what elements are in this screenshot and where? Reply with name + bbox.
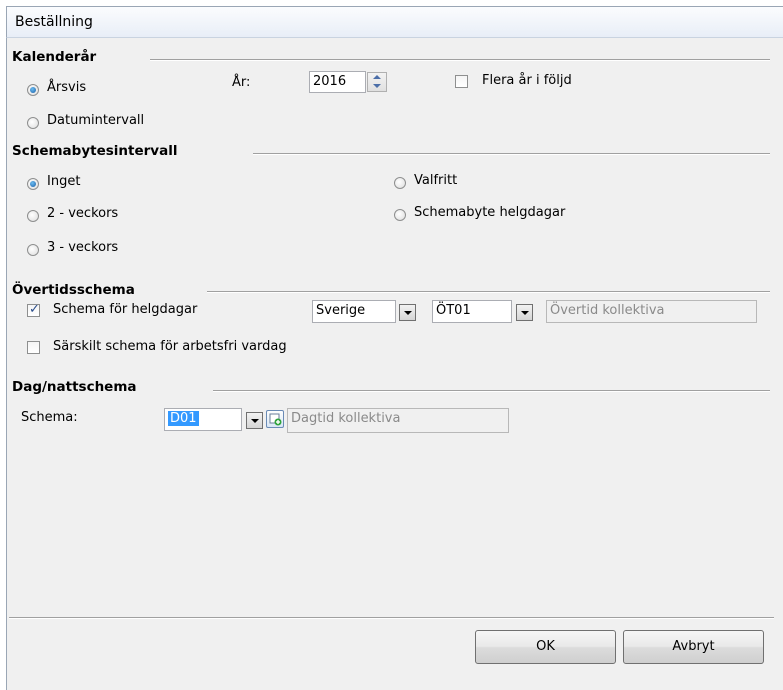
group-divider: [150, 59, 770, 61]
footer-divider: [9, 617, 774, 619]
radio-3-veckors-label: 3 - veckors: [47, 240, 119, 255]
cancel-button-label: Avbryt: [672, 639, 715, 654]
year-spinner[interactable]: [367, 72, 387, 92]
group-divider: [213, 390, 770, 392]
overtid-code-dropdown-button[interactable]: [516, 304, 533, 321]
window-titlebar: Beställning: [6, 6, 783, 38]
spin-down-icon: [373, 84, 381, 88]
year-input[interactable]: 2016: [309, 71, 366, 93]
year-label: År:: [232, 75, 251, 90]
schema-select[interactable]: D01: [164, 408, 242, 431]
schema-selected-value: D01: [168, 411, 199, 426]
checkmark-icon: ✓: [29, 302, 40, 317]
ok-button[interactable]: OK: [475, 630, 616, 664]
country-select[interactable]: Sverige: [312, 300, 396, 323]
group-title-kalenderar: Kalenderår: [12, 49, 97, 65]
radio-arsvis[interactable]: [27, 84, 39, 96]
radio-2-veckors-label: 2 - veckors: [47, 206, 119, 221]
ok-button-label: OK: [536, 639, 555, 654]
cancel-button[interactable]: Avbryt: [623, 630, 764, 664]
radio-3-veckors[interactable]: [27, 244, 39, 256]
schema-label: Schema:: [21, 410, 78, 425]
radio-inget[interactable]: [27, 178, 39, 190]
radio-2-veckors[interactable]: [27, 210, 39, 222]
group-title-schemabytes: Schemabytesintervall: [12, 143, 178, 159]
overtid-code-select[interactable]: ÖT01: [432, 300, 512, 323]
checkbox-helgdagar-label: Schema för helgdagar: [53, 302, 198, 317]
schema-dropdown-button[interactable]: [246, 412, 263, 429]
radio-inget-label: Inget: [47, 174, 81, 189]
checkbox-sarskilt-schema[interactable]: [27, 341, 40, 354]
radio-arsvis-label: Årsvis: [47, 80, 87, 95]
group-title-overtid: Övertidsschema: [12, 282, 135, 298]
radio-datumintervall[interactable]: [27, 117, 39, 129]
lookup-icon: [269, 413, 282, 426]
radio-schemabyte-helgdagar[interactable]: [394, 209, 406, 221]
country-dropdown-button[interactable]: [399, 304, 416, 321]
radio-valfritt-label: Valfritt: [414, 173, 458, 188]
checkbox-flera-ar-label: Flera år i följd: [482, 73, 572, 88]
group-divider: [253, 153, 770, 155]
radio-datumintervall-label: Datumintervall: [47, 113, 145, 128]
radio-valfritt[interactable]: [394, 177, 406, 189]
radio-schemabyte-helgdagar-label: Schemabyte helgdagar: [414, 205, 566, 220]
spin-up-icon: [373, 75, 381, 79]
group-title-dagnatt: Dag/nattschema: [12, 379, 137, 395]
checkbox-helgdagar[interactable]: ✓: [27, 302, 40, 317]
schema-lookup-button[interactable]: [266, 410, 284, 428]
checkbox-flera-ar[interactable]: [455, 75, 468, 88]
schema-description: Dagtid kollektiva: [287, 408, 509, 433]
overtid-code-description: Övertid kollektiva: [546, 300, 757, 323]
checkbox-sarskilt-schema-label: Särskilt schema för arbetsfri vardag: [53, 339, 287, 354]
dialog-body: [6, 38, 783, 690]
group-divider: [207, 291, 770, 293]
window-title: Beställning: [15, 14, 93, 30]
